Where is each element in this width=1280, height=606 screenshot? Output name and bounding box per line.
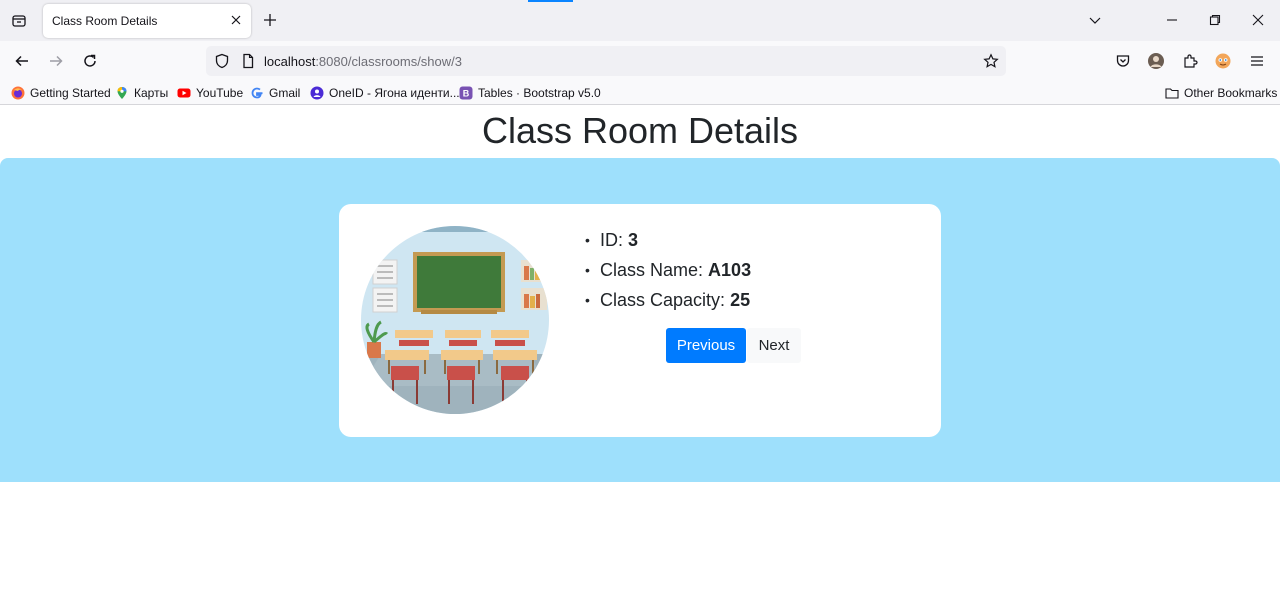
menu-hamburger-icon[interactable] [1247, 51, 1267, 71]
bookmark-star-icon[interactable] [983, 53, 999, 69]
bookmark-label: Getting Started [30, 86, 111, 100]
classroom-illustration [361, 226, 549, 414]
new-tab-icon[interactable] [261, 11, 279, 29]
other-bookmarks-label: Other Bookmarks [1184, 86, 1278, 100]
pocket-icon[interactable] [1113, 51, 1133, 71]
account-avatar-icon[interactable] [1146, 51, 1166, 71]
navigation-toolbar: localhost:8080/classrooms/show/3 [0, 41, 1280, 81]
other-bookmarks[interactable]: Other Bookmarks [1165, 84, 1277, 102]
close-icon[interactable] [229, 13, 243, 27]
bookmark-label: YouTube [196, 86, 244, 100]
tab-accent-line [528, 0, 573, 2]
url-path: :8080/classrooms/show/3 [315, 54, 462, 69]
previous-button[interactable]: Previous [666, 328, 746, 363]
google-icon [250, 86, 264, 100]
bootstrap-icon: B [459, 86, 473, 100]
svg-text:B: B [463, 89, 470, 99]
tab-title: Class Room Details [52, 14, 158, 28]
bookmarks-toolbar: Getting Started Карты YouTube Gmail OneI… [0, 81, 1280, 105]
bookmark-getting-started[interactable]: Getting Started [11, 84, 111, 102]
minimize-icon[interactable] [1162, 10, 1182, 30]
detail-class-name-value: A103 [708, 260, 752, 280]
restore-icon[interactable] [1205, 10, 1225, 30]
next-button[interactable]: Next [747, 328, 801, 363]
page-title: Class Room Details [481, 110, 799, 151]
bookmark-label: Gmail [269, 86, 301, 100]
youtube-icon [177, 86, 191, 100]
classroom-card: ID: 3 Class Name: A103 Class Capacity: 2… [339, 204, 941, 437]
detail-capacity-value: 25 [730, 290, 751, 310]
bookmark-label: Tables · Bootstrap v5.0 [478, 86, 601, 100]
detail-class-name: Class Name: A103 [585, 258, 751, 288]
detail-class-name-label: Class Name: [600, 260, 704, 280]
detail-capacity: Class Capacity: 25 [585, 288, 751, 318]
tab-bar: Class Room Details [0, 0, 1280, 41]
firefox-icon [11, 86, 25, 100]
extensions-icon[interactable] [1180, 51, 1200, 71]
page-icon[interactable] [240, 53, 256, 69]
bookmark-gmail[interactable]: Gmail [250, 84, 300, 102]
bookmark-label: Карты [134, 86, 169, 100]
bookmark-label: OneID - Ягона иденти... [329, 86, 460, 100]
folder-icon [1165, 86, 1179, 100]
address-bar[interactable]: localhost:8080/classrooms/show/3 [206, 46, 1006, 76]
bookmark-maps[interactable]: Карты [115, 84, 168, 102]
bookmark-oneid[interactable]: OneID - Ягона иденти... [310, 84, 460, 102]
url-text[interactable]: localhost:8080/classrooms/show/3 [264, 54, 462, 69]
detail-id-label: ID: [600, 230, 624, 250]
detail-id-value: 3 [628, 230, 639, 250]
back-arrow-icon[interactable] [11, 50, 33, 72]
detail-id: ID: 3 [585, 228, 751, 258]
forward-arrow-icon[interactable] [45, 50, 67, 72]
tab-active[interactable]: Class Room Details [43, 4, 251, 38]
reload-icon[interactable] [79, 50, 101, 72]
detail-capacity-label: Class Capacity: [600, 290, 726, 310]
tab-list-icon[interactable] [6, 8, 32, 34]
url-host: localhost [264, 54, 316, 69]
bookmark-youtube[interactable]: YouTube [177, 84, 243, 102]
shield-icon[interactable] [214, 53, 230, 69]
maps-pin-icon [115, 86, 129, 100]
extension-face-icon[interactable] [1213, 51, 1233, 71]
oneid-icon [310, 86, 324, 100]
chevron-down-icon[interactable] [1085, 10, 1105, 30]
bookmark-bootstrap-tables[interactable]: B Tables · Bootstrap v5.0 [459, 84, 601, 102]
window-close-icon[interactable] [1248, 10, 1268, 30]
classroom-details-list: ID: 3 Class Name: A103 Class Capacity: 2… [585, 228, 751, 318]
